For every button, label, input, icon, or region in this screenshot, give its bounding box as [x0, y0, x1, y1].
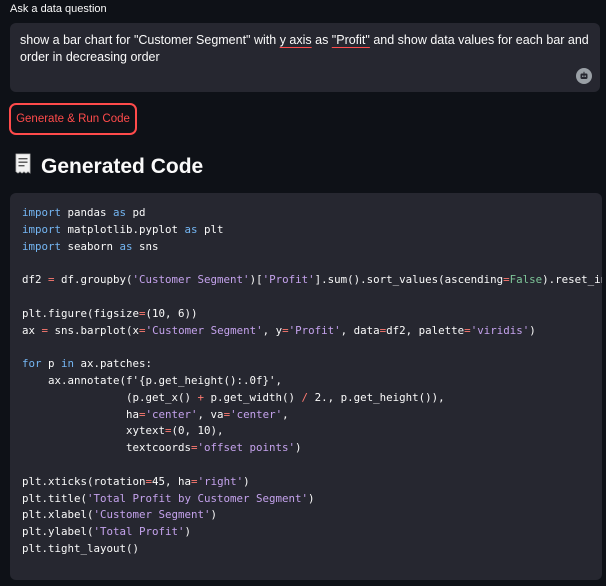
- code-token: ): [529, 323, 536, 337]
- code-token: import: [22, 206, 62, 219]
- code-token: for: [22, 357, 42, 371]
- code-token: plt.ylabel(: [22, 525, 94, 539]
- code-block[interactable]: import pandas as pd import matplotlib.py…: [10, 193, 602, 580]
- code-token: ): [210, 508, 218, 522]
- code-token: import: [22, 222, 62, 236]
- code-token: (10, 6)): [145, 306, 198, 320]
- code-token: sns: [132, 239, 159, 253]
- code-token: plt.xticks(rotation: [22, 474, 146, 488]
- generated-code-heading: Generated Code: [14, 153, 203, 181]
- code-token: pd: [126, 206, 146, 219]
- code-token: (0, 10),: [171, 424, 224, 438]
- code-token: plt.figure(figsize: [22, 306, 140, 320]
- code-token: 'center': [145, 407, 198, 421]
- code-token: 'offset points': [197, 441, 296, 455]
- code-token: 'center': [230, 407, 283, 421]
- code-token: )[: [249, 273, 263, 287]
- question-input[interactable]: show a bar chart for "Customer Segment" …: [10, 23, 600, 92]
- code-token: 'Total Profit by Customer Segment': [87, 491, 309, 505]
- code-token: ,: [282, 407, 289, 421]
- code-token: textcoords: [22, 441, 192, 455]
- question-text-flagged: y axis: [279, 33, 312, 47]
- code-token: p.get_width(): [204, 390, 302, 404]
- question-label: Ask a data question: [10, 3, 107, 15]
- code-token: plt.xlabel(: [22, 508, 94, 522]
- receipt-icon: [14, 153, 32, 181]
- code-token: ): [243, 474, 250, 488]
- code-token: plt.title(: [22, 491, 88, 505]
- code-token: 'Profit': [288, 323, 341, 337]
- question-text-flagged: "Profit": [331, 33, 370, 47]
- question-text-part: as: [311, 33, 332, 47]
- code-token: as: [119, 239, 133, 253]
- code-token: df2, palette: [386, 323, 465, 337]
- code-token: ): [184, 525, 192, 539]
- code-token: as: [113, 206, 127, 219]
- code-token: , va: [197, 407, 224, 421]
- code-token: ha: [22, 407, 140, 421]
- code-token: sns.barplot(x: [48, 323, 140, 337]
- code-token: 'Customer Segment': [132, 273, 250, 287]
- code-token: False: [509, 273, 543, 287]
- code-token: 'Customer Segment': [93, 508, 211, 522]
- code-token: df.groupby(: [54, 273, 133, 287]
- code-token: in: [61, 357, 75, 371]
- code-token: matplotlib.pyplot: [61, 222, 185, 236]
- code-token: ).reset_inde: [542, 273, 602, 287]
- code-token: df2: [22, 273, 49, 287]
- code-token: 45, ha: [152, 474, 192, 488]
- code-token: 'Total Profit': [93, 525, 185, 539]
- code-token: pandas: [61, 206, 114, 219]
- code-token: , data: [340, 323, 380, 337]
- section-title: Generated Code: [41, 155, 204, 178]
- code-token: 'Profit': [262, 273, 315, 287]
- code-token: plt.tight_layout(): [22, 541, 140, 555]
- code-token: 'Customer Segment': [145, 323, 263, 337]
- generate-run-code-button[interactable]: Generate & Run Code: [9, 103, 137, 135]
- code-token: seaborn: [61, 239, 120, 253]
- code-content: import pandas as pd import matplotlib.py…: [22, 205, 602, 558]
- code-token: ax.patches:: [74, 357, 153, 371]
- code-token: ].sum().sort_values(ascending: [314, 273, 504, 287]
- code-token: , y: [262, 323, 283, 337]
- code-token: 'right': [197, 474, 244, 488]
- code-token: import: [22, 239, 62, 253]
- code-token: ax.annotate(f'{p.get_height():.0f}',: [22, 373, 283, 387]
- question-text-part: show a bar chart for "Customer Segment" …: [20, 33, 280, 47]
- code-token: plt: [197, 222, 224, 236]
- code-token: 'viridis': [470, 323, 530, 337]
- code-token: ): [295, 441, 302, 455]
- code-token: 2., p.get_height()),: [308, 390, 445, 404]
- code-token: ax: [22, 323, 42, 337]
- code-token: (p.get_x(): [22, 390, 198, 404]
- code-token: ): [308, 491, 315, 505]
- code-token: as: [184, 222, 198, 236]
- code-token: p: [41, 357, 62, 371]
- grammar-assistant-icon[interactable]: [576, 68, 592, 84]
- code-token: xytext: [22, 424, 166, 438]
